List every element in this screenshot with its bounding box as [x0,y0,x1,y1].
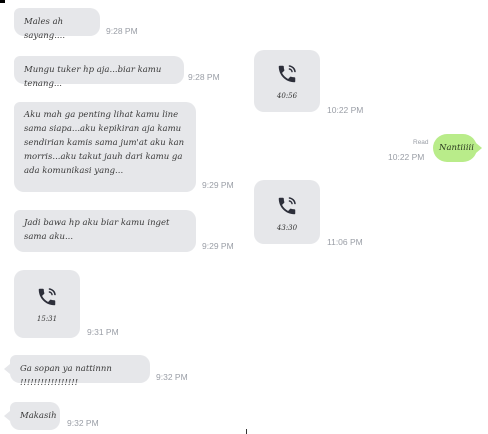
message-time: 9:29 PM [202,180,234,190]
call-duration: 15:31 [36,315,58,323]
phone-call-icon [276,195,298,221]
call-bubble[interactable]: 15:31 [14,270,80,338]
call-bubble[interactable]: 40:56 [254,50,320,112]
message-time: 9:28 PM [188,72,220,82]
call-time: 10:22 PM [327,105,364,115]
call-duration: 43:30 [276,224,298,232]
phone-call-icon [276,63,298,89]
message-time: 9:28 PM [106,26,138,36]
incoming-message[interactable]: Males ah sayang.... [14,8,100,41]
incoming-message[interactable]: Makasih [10,402,60,430]
message-text: Makasih [20,411,57,421]
call-bubble[interactable]: 43:30 [254,180,320,244]
message-time: 9:32 PM [156,372,188,382]
incoming-message[interactable]: Mungu tuker hp aja...biar kamu tenang... [14,56,184,89]
phone-call-icon [36,286,58,312]
incoming-message[interactable]: Ga sopan ya nattinnn !!!!!!!!!!!!!!!!! [10,355,150,388]
message-text: Aku mah ga penting lihat kamu line sama … [24,110,185,176]
corner-mark [0,0,5,3]
incoming-message[interactable]: Jadi bawa hp aku biar kamu inget sama ak… [14,210,196,252]
message-time: 9:29 PM [202,241,234,251]
call-time: 9:31 PM [87,327,119,337]
text-cursor [246,429,247,434]
message-text: Ga sopan ya nattinnn !!!!!!!!!!!!!!!!! [20,364,112,388]
incoming-message[interactable]: Aku mah ga penting lihat kamu line sama … [14,102,196,192]
message-time: 9:32 PM [67,418,99,428]
message-text: Mungu tuker hp aja...biar kamu tenang... [24,65,162,89]
call-time: 11:06 PM [327,237,363,247]
message-text: Jadi bawa hp aku biar kamu inget sama ak… [24,218,170,242]
bubble-tail [476,143,482,153]
read-receipt: Read [413,139,429,146]
call-duration: 40:56 [276,92,298,100]
outgoing-message[interactable]: Nantiiiii [433,134,477,162]
message-text: Nantiiiii [439,143,474,153]
bubble-tail [4,411,10,421]
bubble-tail [4,364,10,374]
message-time: 10:22 PM [388,152,425,162]
message-text: Males ah sayang.... [24,17,66,41]
